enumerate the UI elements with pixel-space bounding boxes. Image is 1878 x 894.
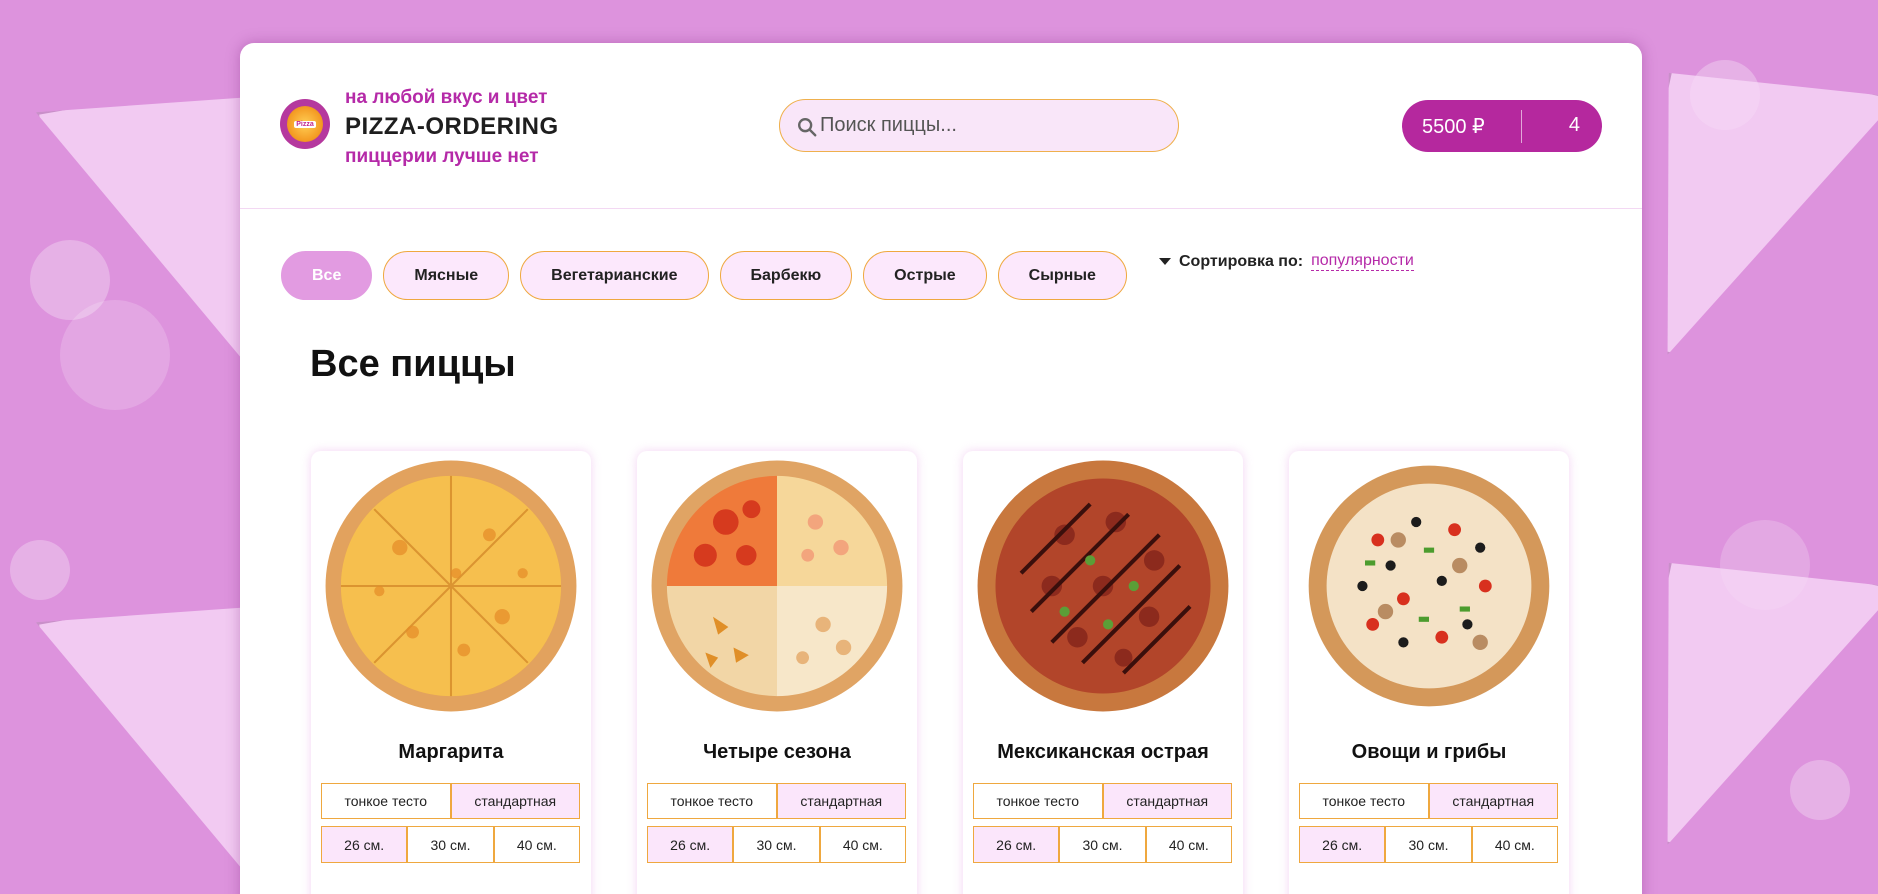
tagline-bottom: пиццерии лучше нет <box>345 146 539 167</box>
tagline-top: на любой вкус и цвет <box>345 87 548 108</box>
pizza-card: Четыре сезона тонкое тесто стандартная 2… <box>637 451 917 894</box>
category-vegetarian[interactable]: Вегетарианские <box>520 251 709 300</box>
cart-divider <box>1521 110 1522 143</box>
sort-control: Сортировка по: популярности <box>1159 252 1414 271</box>
pizza-logo-icon[interactable]: Pizza <box>280 99 330 149</box>
category-tabs: Все Мясные Вегетарианские Барбекю Острые… <box>281 251 1138 300</box>
category-all[interactable]: Все <box>281 251 373 300</box>
sort-dropdown[interactable]: популярности <box>1311 252 1414 271</box>
cart-button[interactable]: 5500 ₽ 4 <box>1402 100 1602 152</box>
brand-title[interactable]: PIZZA-ORDERING <box>345 113 559 141</box>
size-option-40[interactable]: 40 см. <box>819 826 906 863</box>
cart-total-price: 5500 ₽ <box>1422 116 1485 138</box>
size-option-26[interactable]: 26 см. <box>1299 826 1386 863</box>
size-option-26[interactable]: 26 см. <box>973 826 1060 863</box>
size-option-30[interactable]: 30 см. <box>1059 826 1146 863</box>
dough-option-standard[interactable]: стандартная <box>776 783 906 819</box>
sort-label: Сортировка по: <box>1179 252 1304 270</box>
dough-selector: тонкое тесто стандартная <box>647 783 906 819</box>
dough-option-thin[interactable]: тонкое тесто <box>321 783 451 819</box>
pizza-list: Маргарита тонкое тесто стандартная 26 см… <box>311 451 1615 894</box>
cart-item-count: 4 <box>1568 114 1580 136</box>
size-option-30[interactable]: 30 см. <box>733 826 820 863</box>
pizza-name: Мексиканская острая <box>997 741 1209 763</box>
size-option-40[interactable]: 40 см. <box>1471 826 1558 863</box>
size-selector: 26 см. 30 см. 40 см. <box>647 826 906 863</box>
caret-down-icon <box>1159 258 1171 265</box>
pizza-name: Овощи и грибы <box>1351 741 1507 763</box>
size-option-30[interactable]: 30 см. <box>407 826 494 863</box>
category-meat[interactable]: Мясные <box>383 251 510 300</box>
header: Pizza на любой вкус и цвет PIZZA-ORDERIN… <box>240 43 1642 209</box>
search-box[interactable] <box>779 99 1179 152</box>
dough-selector: тонкое тесто стандартная <box>321 783 580 819</box>
main-container: Pizza на любой вкус и цвет PIZZA-ORDERIN… <box>240 43 1642 894</box>
pizza-image[interactable] <box>975 458 1231 714</box>
dough-option-standard[interactable]: стандартная <box>1102 783 1232 819</box>
pizza-card: Маргарита тонкое тесто стандартная 26 см… <box>311 451 591 894</box>
size-option-26[interactable]: 26 см. <box>321 826 408 863</box>
size-option-30[interactable]: 30 см. <box>1385 826 1472 863</box>
size-option-26[interactable]: 26 см. <box>647 826 734 863</box>
category-bbq[interactable]: Барбекю <box>719 251 853 300</box>
page-title: Все пиццы <box>310 343 516 385</box>
pizza-name: Маргарита <box>398 741 504 763</box>
pizza-name: Четыре сезона <box>703 741 851 763</box>
dough-selector: тонкое тесто стандартная <box>1299 783 1558 819</box>
size-option-40[interactable]: 40 см. <box>1145 826 1232 863</box>
category-spicy[interactable]: Острые <box>863 251 987 300</box>
size-selector: 26 см. 30 см. 40 см. <box>1299 826 1558 863</box>
category-cheese[interactable]: Сырные <box>997 251 1127 300</box>
dough-option-standard[interactable]: стандартная <box>1428 783 1558 819</box>
pizza-image[interactable] <box>1301 458 1557 714</box>
dough-selector: тонкое тесто стандартная <box>973 783 1232 819</box>
dough-option-thin[interactable]: тонкое тесто <box>973 783 1103 819</box>
size-option-40[interactable]: 40 см. <box>493 826 580 863</box>
dough-option-standard[interactable]: стандартная <box>450 783 580 819</box>
dough-option-thin[interactable]: тонкое тесто <box>647 783 777 819</box>
pizza-image[interactable] <box>649 458 905 714</box>
logo-text: Pizza <box>294 120 316 128</box>
size-selector: 26 см. 30 см. 40 см. <box>973 826 1232 863</box>
size-selector: 26 см. 30 см. 40 см. <box>321 826 580 863</box>
search-input[interactable] <box>820 100 1160 151</box>
pizza-card: Мексиканская острая тонкое тесто стандар… <box>963 451 1243 894</box>
dough-option-thin[interactable]: тонкое тесто <box>1299 783 1429 819</box>
pizza-image[interactable] <box>323 458 579 714</box>
search-icon <box>798 118 817 137</box>
pizza-card: Овощи и грибы тонкое тесто стандартная 2… <box>1289 451 1569 894</box>
